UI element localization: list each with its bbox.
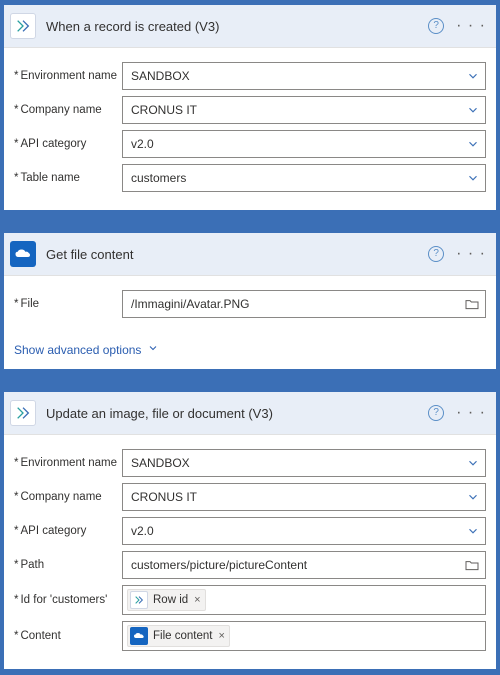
help-icon[interactable]: ? <box>428 405 444 421</box>
onedrive-icon <box>10 241 36 267</box>
company-select[interactable]: CRONUS IT <box>122 96 486 124</box>
company-select[interactable]: CRONUS IT <box>122 483 486 511</box>
chevron-down-icon <box>466 524 480 538</box>
more-menu-icon[interactable]: · · · <box>454 245 488 263</box>
table-label: *Table name <box>14 172 122 184</box>
apicat-select[interactable]: v2.0 <box>122 517 486 545</box>
step-body: *Environment name SANDBOX *Company name … <box>4 435 496 669</box>
more-menu-icon[interactable]: · · · <box>454 404 488 422</box>
show-advanced-options[interactable]: Show advanced options <box>4 336 496 369</box>
table-select[interactable]: customers <box>122 164 486 192</box>
path-input[interactable]: customers/picture/pictureContent <box>122 551 486 579</box>
env-label: *Environment name <box>14 70 122 82</box>
file-content-token[interactable]: File content × <box>127 625 230 647</box>
row-id-token[interactable]: Row id × <box>127 589 206 611</box>
onedrive-icon <box>130 627 148 645</box>
content-label: *Content <box>14 630 122 642</box>
file-input[interactable]: /Immagini/Avatar.PNG <box>122 290 486 318</box>
content-token-input[interactable]: File content × <box>122 621 486 651</box>
folder-picker-icon[interactable] <box>464 557 480 573</box>
step-header[interactable]: When a record is created (V3) ? · · · <box>4 5 496 48</box>
apicat-select[interactable]: v2.0 <box>122 130 486 158</box>
help-icon[interactable]: ? <box>428 18 444 34</box>
dynamics-365-icon <box>10 13 36 39</box>
step-header[interactable]: Get file content ? · · · <box>4 233 496 276</box>
chevron-down-icon <box>466 103 480 117</box>
file-label: *File <box>14 298 122 310</box>
id-label: *Id for 'customers' <box>14 594 122 606</box>
step-body: *Environment name SANDBOX *Company name … <box>4 48 496 210</box>
step-title: Update an image, file or document (V3) <box>46 406 428 421</box>
step-when-record-created: When a record is created (V3) ? · · · *E… <box>4 5 496 210</box>
remove-token-icon[interactable]: × <box>194 594 200 606</box>
apicat-label: *API category <box>14 525 122 537</box>
step-header[interactable]: Update an image, file or document (V3) ?… <box>4 392 496 435</box>
chevron-down-icon <box>466 69 480 83</box>
env-select[interactable]: SANDBOX <box>122 449 486 477</box>
apicat-label: *API category <box>14 138 122 150</box>
path-label: *Path <box>14 559 122 571</box>
folder-picker-icon[interactable] <box>464 296 480 312</box>
company-label: *Company name <box>14 491 122 503</box>
chevron-down-icon <box>466 456 480 470</box>
chevron-down-icon <box>466 171 480 185</box>
chevron-down-icon <box>466 137 480 151</box>
step-update-image: Update an image, file or document (V3) ?… <box>4 392 496 669</box>
more-menu-icon[interactable]: · · · <box>454 17 488 35</box>
company-label: *Company name <box>14 104 122 116</box>
id-token-input[interactable]: Row id × <box>122 585 486 615</box>
step-get-file-content: Get file content ? · · · *File /Immagini… <box>4 233 496 369</box>
help-icon[interactable]: ? <box>428 246 444 262</box>
step-body: *File /Immagini/Avatar.PNG <box>4 276 496 336</box>
dynamics-365-icon <box>130 591 148 609</box>
chevron-down-icon <box>466 490 480 504</box>
chevron-down-icon <box>147 342 159 357</box>
step-title: When a record is created (V3) <box>46 19 428 34</box>
dynamics-365-icon <box>10 400 36 426</box>
env-select[interactable]: SANDBOX <box>122 62 486 90</box>
env-label: *Environment name <box>14 457 122 469</box>
step-title: Get file content <box>46 247 428 262</box>
remove-token-icon[interactable]: × <box>218 630 224 642</box>
